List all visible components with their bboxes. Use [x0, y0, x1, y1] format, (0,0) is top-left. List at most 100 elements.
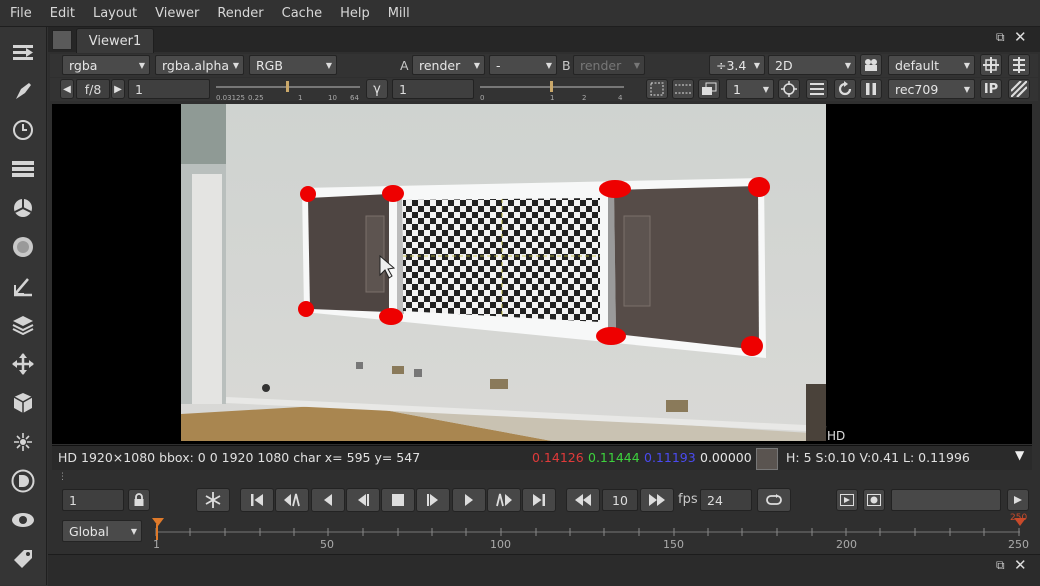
next-keyframe-icon[interactable]: [487, 488, 521, 512]
fstop-decrease-icon[interactable]: ◀: [60, 79, 74, 99]
input-a-dropdown[interactable]: render ▼: [412, 55, 485, 75]
prev-frame-icon[interactable]: [311, 488, 345, 512]
input-a-label: A: [400, 58, 409, 73]
timeline-ruler[interactable]: 1 50 100 150 200 250 250: [150, 513, 1029, 552]
menu-render[interactable]: Render: [207, 6, 271, 21]
fps-field[interactable]: 24: [700, 489, 752, 511]
timeline-tick: 250: [1008, 538, 1029, 551]
viewer-canvas[interactable]: HD: [52, 104, 1032, 444]
stripes-icon[interactable]: [1008, 79, 1030, 99]
refresh-icon[interactable]: [834, 79, 856, 99]
channel-icon[interactable]: [10, 156, 36, 182]
last-frame-icon[interactable]: [522, 488, 556, 512]
particles-icon[interactable]: [10, 429, 36, 455]
timeline-tick: 200: [836, 538, 857, 551]
menu-viewer[interactable]: Viewer: [145, 6, 207, 21]
gamma-field[interactable]: 1: [392, 79, 474, 99]
input-process-button[interactable]: IP: [980, 79, 1002, 99]
loop-icon[interactable]: [757, 488, 791, 512]
corner-marker[interactable]: [298, 301, 314, 317]
wipe-icon[interactable]: [698, 79, 720, 99]
pixel-ratio-dropdown[interactable]: 1 ▼: [726, 79, 774, 99]
timeline-options-icon[interactable]: [1007, 489, 1029, 511]
time-icon[interactable]: [10, 117, 36, 143]
menu-help[interactable]: Help: [330, 6, 378, 21]
corner-marker[interactable]: [300, 186, 316, 202]
corner-marker[interactable]: [748, 177, 770, 197]
record-icon[interactable]: [863, 489, 885, 511]
menu-layout[interactable]: Layout: [83, 6, 145, 21]
corner-marker[interactable]: [599, 180, 631, 198]
proxy-dropdown[interactable]: ÷3.4 ▼: [709, 55, 765, 75]
flipbook-icon[interactable]: [836, 489, 858, 511]
lut-dropdown[interactable]: default ▼: [888, 55, 975, 75]
display-channels-dropdown[interactable]: RGB ▼: [249, 55, 337, 75]
gamma-toggle-button[interactable]: γ: [366, 79, 388, 99]
panel-menu-icon[interactable]: [52, 30, 72, 50]
read-icon[interactable]: [10, 39, 36, 65]
playback-range-field[interactable]: [891, 489, 1001, 511]
corner-marker[interactable]: [382, 185, 404, 202]
crosshair-icon[interactable]: [778, 79, 800, 99]
next-frame-icon[interactable]: [452, 488, 486, 512]
alpha-channel-dropdown[interactable]: rgba.alpha ▼: [155, 55, 244, 75]
lock-icon[interactable]: [128, 489, 150, 511]
timeline-tick: 150: [663, 538, 684, 551]
frame-field[interactable]: 1: [62, 489, 124, 511]
skip-back-icon[interactable]: [566, 488, 600, 512]
color-icon[interactable]: [10, 195, 36, 221]
float-panel-icon[interactable]: ⧉: [996, 558, 1005, 573]
end-frame-marker: 250: [1010, 513, 1028, 523]
alpha-value: 0.00000: [700, 450, 752, 465]
merge-icon[interactable]: [10, 312, 36, 338]
play-backward-icon[interactable]: [346, 488, 380, 512]
settings-list-icon[interactable]: [1008, 54, 1030, 76]
timeline-scope-dropdown[interactable]: Global ▼: [62, 520, 142, 542]
guides-icon[interactable]: [672, 79, 694, 99]
channels-dropdown[interactable]: rgba ▼: [62, 55, 150, 75]
view-mode-dropdown[interactable]: 2D ▼: [768, 55, 856, 75]
fstop-field[interactable]: f/8: [76, 79, 110, 99]
keyer-icon[interactable]: [10, 273, 36, 299]
pause-icon[interactable]: [860, 79, 882, 99]
deep-icon[interactable]: [10, 468, 36, 494]
views-icon[interactable]: [10, 507, 36, 533]
input-b-dropdown[interactable]: render ▼: [573, 55, 645, 75]
close-panel-icon[interactable]: ✕: [1014, 28, 1027, 46]
menu-cache[interactable]: Cache: [272, 6, 330, 21]
close-panel-icon[interactable]: ✕: [1014, 556, 1027, 574]
menu-mill[interactable]: Mill: [378, 6, 418, 21]
skip-forward-icon[interactable]: [640, 488, 674, 512]
filter-icon[interactable]: [10, 234, 36, 260]
corner-marker[interactable]: [596, 327, 626, 345]
green-value: 0.11444: [588, 450, 640, 465]
corner-marker[interactable]: [379, 308, 403, 325]
gain-tick: 10: [328, 94, 337, 102]
prev-keyframe-icon[interactable]: [275, 488, 309, 512]
fstop-increase-icon[interactable]: ▶: [111, 79, 125, 99]
transform-icon[interactable]: [10, 351, 36, 377]
colorspace-dropdown[interactable]: rec709 ▼: [888, 79, 975, 99]
first-frame-icon[interactable]: [240, 488, 274, 512]
snowflake-icon[interactable]: [196, 488, 230, 512]
increment-field[interactable]: 10: [602, 489, 638, 511]
tab-viewer1[interactable]: Viewer1: [76, 28, 154, 53]
float-panel-icon[interactable]: ⧉: [996, 30, 1005, 45]
overlay-list-icon[interactable]: [806, 79, 828, 99]
gizmo-icon[interactable]: [980, 54, 1002, 76]
grip-icon[interactable]: ⋮: [58, 472, 67, 482]
paint-icon[interactable]: [10, 78, 36, 104]
play-forward-icon[interactable]: [416, 488, 450, 512]
gain-field[interactable]: 1: [128, 79, 210, 99]
menu-edit[interactable]: Edit: [40, 6, 83, 21]
stop-icon[interactable]: [381, 488, 415, 512]
roi-icon[interactable]: [646, 79, 668, 99]
camera-icon[interactable]: [860, 54, 882, 76]
other-icon[interactable]: [10, 546, 36, 572]
corner-marker[interactable]: [741, 336, 763, 356]
3d-icon[interactable]: [10, 390, 36, 416]
gamma-tick: 1: [550, 94, 555, 102]
compare-op-dropdown[interactable]: - ▼: [489, 55, 557, 75]
menu-file[interactable]: File: [0, 6, 40, 21]
info-dropdown-icon[interactable]: ▼: [1015, 448, 1024, 462]
